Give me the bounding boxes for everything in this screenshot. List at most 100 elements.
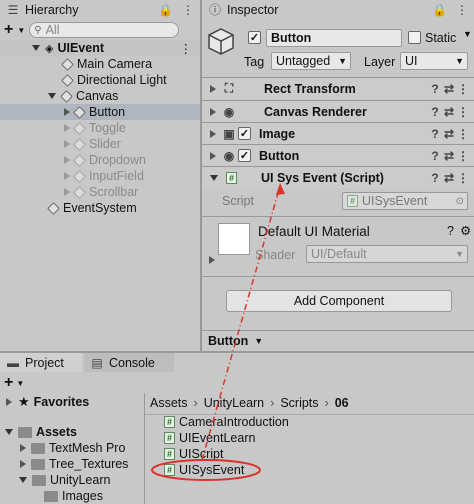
component-canvas-renderer[interactable]: ◉ Canvas Renderer ? ⇄ ⋮ [202,100,474,122]
chevron-down-icon[interactable]: ▼ [254,336,263,346]
foldout-arrow-icon[interactable] [6,398,12,406]
preset-icon[interactable]: ⇄ [442,82,456,96]
preset-icon[interactable]: ⇄ [442,149,456,163]
scene-menu-icon[interactable]: ⋮ [180,41,193,56]
hierarchy-item-toggle[interactable]: Toggle [0,120,200,136]
expand-arrow-icon[interactable] [32,45,40,51]
preset-icon[interactable]: ⇄ [442,171,456,185]
kebab-menu-icon[interactable]: ⋮ [456,3,468,17]
object-name-field[interactable]: Button [266,29,402,47]
foldout-arrow-icon[interactable] [5,429,13,435]
component-menu-icon[interactable]: ⋮ [456,149,470,163]
component-menu-icon[interactable]: ⋮ [456,105,470,119]
help-icon[interactable]: ? [447,224,454,238]
component-enabled-checkbox[interactable]: ✓ [238,149,251,162]
file-item-uisysevent[interactable]: # UISysEvent [164,463,244,477]
foldout-arrow-icon[interactable] [19,477,27,483]
collapse-arrow-icon[interactable] [64,124,70,132]
scene-row[interactable]: ◈ UIEvent ⋮ [0,40,200,56]
help-icon[interactable]: ? [428,171,442,185]
static-dropdown-icon[interactable]: ▼ [463,29,472,39]
inspector-footer[interactable]: Button ▼ [202,330,474,351]
kebab-menu-icon[interactable]: ⋮ [182,3,194,17]
breadcrumb-item[interactable]: Assets [150,396,188,410]
tree-item-images[interactable]: Images [0,488,144,504]
add-icon[interactable]: + [4,21,13,39]
tag-dropdown[interactable]: Untagged ▼ [271,52,351,70]
hierarchy-item-canvas[interactable]: Canvas [0,88,200,104]
component-menu-icon[interactable]: ⋮ [456,127,470,141]
help-icon[interactable]: ? [428,82,442,96]
hierarchy-item-slider[interactable]: Slider [0,136,200,152]
chevron-down-icon[interactable]: ▼ [17,26,25,35]
object-cube-icon [206,26,236,56]
shader-dropdown[interactable]: UI/Default ▼ [306,245,468,263]
material-preview[interactable] [218,223,250,255]
chevron-down-icon[interactable]: ▼ [16,379,24,388]
component-enabled-checkbox[interactable]: ✓ [238,127,251,140]
component-button[interactable]: ◉ ✓ Button ? ⇄ ⋮ [202,144,474,166]
hierarchy-item-scrollbar[interactable]: Scrollbar [0,184,200,200]
object-picker-icon[interactable]: ⊙ [456,196,464,207]
hierarchy-item-button[interactable]: Button [0,104,200,120]
file-item[interactable]: # CameraIntroduction [164,415,289,429]
collapse-arrow-icon[interactable] [64,140,70,148]
hierarchy-item-main-camera[interactable]: Main Camera [0,56,200,72]
tab-inspector[interactable]: ⓘ Inspector 🔒 ⋮ [202,0,474,19]
tree-item-unitylearn[interactable]: UnityLearn [0,472,144,488]
script-field[interactable]: # UISysEvent ⊙ [342,192,468,210]
help-icon[interactable]: ? [428,105,442,119]
tab-console[interactable]: ▤ Console [84,353,174,372]
tree-item-tree-textures[interactable]: Tree_Textures [0,456,144,472]
hierarchy-search-input[interactable]: ⚲ All [29,22,180,38]
hierarchy-item-dropdown[interactable]: Dropdown [0,152,200,168]
component-rect-transform[interactable]: ⛶ Rect Transform ? ⇄ ⋮ [202,77,474,99]
assets-row[interactable]: Assets [0,424,144,440]
preset-icon[interactable]: ⇄ [442,105,456,119]
folder-icon [31,442,45,454]
component-ui-sys-event[interactable]: # UI Sys Event (Script) ? ⇄ ⋮ [202,166,474,188]
foldout-arrow-icon[interactable] [210,151,216,160]
foldout-arrow-icon[interactable] [210,107,216,116]
breadcrumb-item[interactable]: UnityLearn [204,396,264,410]
component-menu-icon[interactable]: ⋮ [456,82,470,96]
tree-splitter[interactable] [144,393,145,504]
hierarchy-item-inputfield[interactable]: InputField [0,168,200,184]
active-checkbox[interactable]: ✓ [248,31,261,44]
tab-project[interactable]: ▬ Project [0,353,82,372]
collapse-arrow-icon[interactable] [64,172,70,180]
lock-icon[interactable]: 🔒 [432,3,447,17]
collapse-arrow-icon[interactable] [64,188,70,196]
collapse-arrow-icon[interactable] [64,108,70,116]
component-menu-icon[interactable]: ⋮ [456,171,470,185]
foldout-arrow-icon[interactable] [210,174,218,181]
hierarchy-item-eventsystem[interactable]: EventSystem [0,200,200,216]
favorites-row[interactable]: ★ Favorites [0,394,144,410]
breadcrumb-item[interactable]: Scripts [280,396,318,410]
help-icon[interactable]: ? [428,149,442,163]
component-image[interactable]: ▣ ✓ Image ? ⇄ ⋮ [202,122,474,144]
static-checkbox[interactable] [408,31,421,44]
material-foldout-icon[interactable] [209,256,215,264]
hierarchy-item-directional-light[interactable]: Directional Light [0,72,200,88]
settings-gear-icon[interactable]: ⚙ [460,223,471,238]
foldout-arrow-icon[interactable] [210,129,216,138]
collapse-arrow-icon[interactable] [64,156,70,164]
rect-transform-icon: ⛶ [224,81,234,95]
add-icon[interactable]: + [4,374,13,392]
tab-hierarchy[interactable]: ☰ Hierarchy 🔒 ⋮ [0,0,200,19]
preset-icon[interactable]: ⇄ [442,127,456,141]
expand-arrow-icon[interactable] [48,93,56,99]
foldout-arrow-icon[interactable] [20,460,26,468]
file-item[interactable]: # UIScript [164,447,223,461]
layer-dropdown[interactable]: UI ▼ [400,52,468,70]
foldout-arrow-icon[interactable] [210,84,216,93]
add-component-button[interactable]: Add Component [226,290,452,312]
foldout-arrow-icon[interactable] [20,444,26,452]
file-item[interactable]: # UIEventLearn [164,431,255,445]
tree-item-textmesh-pro[interactable]: TextMesh Pro [0,440,144,456]
hierarchy-item-label: Main Camera [77,57,153,71]
breadcrumb-item-current[interactable]: 06 [335,396,349,410]
lock-icon[interactable]: 🔒 [158,3,173,17]
help-icon[interactable]: ? [428,127,442,141]
